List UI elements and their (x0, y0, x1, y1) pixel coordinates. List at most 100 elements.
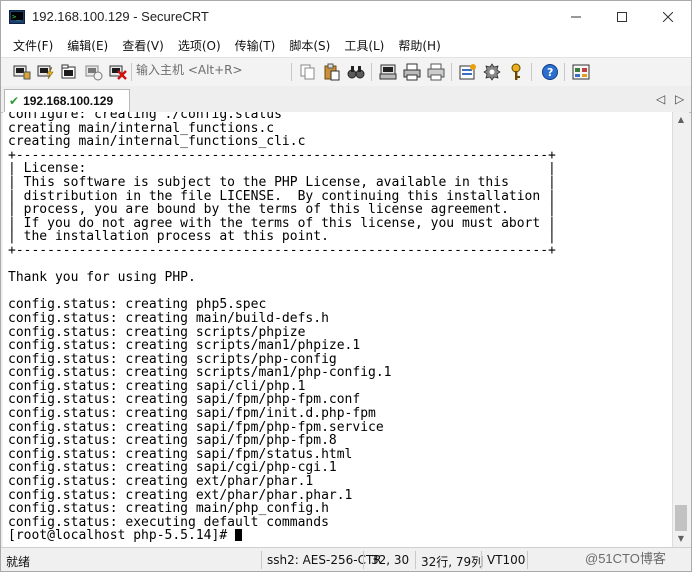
terminal-line: | If you do not agree with the terms of … (8, 215, 556, 231)
scrollbar-thumb[interactable] (675, 505, 687, 531)
close-icon (663, 12, 673, 22)
terminal-line: config.status: creating sapi/fpm/php-fpm… (8, 392, 361, 408)
terminal-line: | distribution in the file LICENSE. By c… (8, 188, 556, 204)
copy-icon[interactable] (299, 63, 317, 81)
tab-scroll-left-icon[interactable]: ◁ (656, 92, 665, 106)
svg-text:>_: >_ (12, 13, 21, 21)
terminal-line: creating main/internal_functions_cli.c (8, 134, 306, 150)
close-button[interactable] (645, 1, 691, 33)
paste-icon[interactable] (323, 63, 341, 81)
connected-check-icon: ✔ (9, 94, 20, 108)
quick-connect-icon[interactable] (37, 63, 55, 81)
terminal-line: +---------------------------------------… (8, 242, 556, 258)
status-size: 32行, 79列 (421, 555, 484, 569)
status-divider (363, 551, 364, 569)
terminal-line: config.status: creating sapi/cgi/php-cgi… (8, 460, 337, 476)
toolbar: 输入主机 <Alt+R> ? (1, 57, 691, 87)
terminal-line: config.status: creating sapi/cli/php.1 (8, 378, 306, 394)
menu-view[interactable]: 查看(V) (122, 37, 164, 54)
title-bar: >_ 192.168.100.129 - SecureCRT (1, 1, 691, 33)
menu-transfer[interactable]: 传输(T) (235, 37, 276, 54)
menu-file[interactable]: 文件(F) (13, 37, 53, 54)
terminal-line: config.status: creating ext/phar/phar.ph… (8, 487, 353, 503)
reconnect-icon[interactable] (85, 63, 103, 81)
terminal-output[interactable]: configure: creating ./config.status creat… (3, 112, 672, 547)
terminal-line: config.status: creating sapi/fpm/init.d.… (8, 406, 376, 422)
print-screen-icon[interactable] (379, 63, 397, 81)
status-terminal-type: VT100 (487, 553, 526, 567)
status-state: 就绪 (6, 555, 31, 569)
window-title: 192.168.100.129 - SecureCRT (32, 9, 209, 24)
status-divider (261, 551, 262, 569)
session-tab[interactable]: ✔ 192.168.100.129 (4, 89, 130, 112)
menu-help[interactable]: 帮助(H) (398, 37, 440, 54)
maximize-button[interactable] (599, 1, 645, 33)
print-selection-icon[interactable] (403, 63, 421, 81)
terminal-line: config.status: creating php5.spec (8, 297, 267, 313)
menu-tools[interactable]: 工具(L) (344, 37, 384, 54)
toolbar-separator (451, 63, 452, 81)
watermark: @51CTO博客 (585, 551, 666, 566)
terminal-line: config.status: creating main/build-defs.… (8, 310, 329, 326)
status-cursor-position: 32, 30 (371, 553, 410, 567)
status-divider (527, 551, 528, 569)
terminal-line: config.status: creating ext/phar/phar.1 (8, 474, 314, 490)
minimize-icon (571, 16, 581, 18)
scroll-up-arrow-icon[interactable]: ▲ (673, 112, 689, 128)
menu-bar: 文件(F) 编辑(E) 查看(V) 选项(O) 传输(T) 脚本(S) 工具(L… (1, 33, 691, 57)
print-icon[interactable] (427, 63, 445, 81)
terminal-line: config.status: creating scripts/man1/php… (8, 365, 392, 381)
terminal-line: config.status: creating sapi/fpm/status.… (8, 446, 353, 462)
terminal-cursor (234, 529, 242, 542)
connect-icon[interactable] (13, 63, 31, 81)
find-icon[interactable] (347, 63, 365, 81)
toolbar-separator (564, 63, 565, 81)
tab-label: 192.168.100.129 (23, 94, 114, 108)
terminal-line: [root@localhost php-5.5.14]# (8, 529, 556, 543)
scroll-down-arrow-icon[interactable]: ▼ (673, 531, 689, 547)
menu-options[interactable]: 选项(O) (178, 37, 221, 54)
svg-text:?: ? (547, 66, 553, 79)
status-divider (481, 551, 482, 569)
terminal-line: Thank you for using PHP. (8, 270, 196, 286)
disconnect-icon[interactable] (109, 63, 127, 81)
sftp-icon[interactable] (572, 63, 590, 81)
connect-in-tab-icon[interactable] (61, 63, 79, 81)
tab-strip: ✔ 192.168.100.129 ◁ ▷ (1, 86, 691, 113)
help-icon[interactable]: ? (541, 63, 559, 81)
securecrt-window: >_ 192.168.100.129 - SecureCRT 文件(F) 编辑(… (0, 0, 692, 572)
global-options-icon[interactable] (483, 63, 501, 81)
terminal-line: config.status: executing default command… (8, 514, 329, 530)
terminal-line: config.status: creating scripts/php-conf… (8, 351, 337, 367)
maximize-icon (617, 12, 627, 22)
toolbar-separator (531, 63, 532, 81)
session-options-icon[interactable] (459, 63, 477, 81)
toolbar-separator (131, 63, 132, 81)
securecrt-app-icon: >_ (9, 10, 25, 24)
tab-scroll-right-icon[interactable]: ▷ (675, 92, 684, 106)
terminal-line: config.status: creating sapi/fpm/php-fpm… (8, 419, 384, 435)
status-encryption: ssh2: AES-256-CTR (267, 553, 382, 567)
terminal-line: +---------------------------------------… (8, 147, 556, 163)
vertical-scrollbar[interactable]: ▲ ▼ (672, 112, 689, 547)
terminal-line: | This software is subject to the PHP Li… (8, 174, 556, 190)
status-divider (415, 551, 416, 569)
terminal-line: | the installation process at this point… (8, 229, 556, 245)
menu-script[interactable]: 脚本(S) (289, 37, 330, 54)
terminal-line: creating main/internal_functions.c (8, 120, 275, 136)
terminal-line: | License: | (8, 161, 556, 177)
menu-edit[interactable]: 编辑(E) (67, 37, 108, 54)
toolbar-separator (291, 63, 292, 81)
terminal-lines: configure: creating ./config.status creat… (8, 112, 556, 543)
terminal-line: config.status: creating main/php_config.… (8, 501, 329, 517)
terminal-line: config.status: creating scripts/phpize (8, 324, 306, 340)
keymap-icon[interactable] (507, 63, 525, 81)
terminal-line: | process, you are bound by the terms of… (8, 202, 556, 218)
quick-connect-input[interactable]: 输入主机 <Alt+R> (133, 60, 286, 80)
terminal-line: config.status: creating scripts/man1/php… (8, 338, 361, 354)
toolbar-separator (371, 63, 372, 81)
terminal-line: config.status: creating sapi/fpm/php-fpm… (8, 433, 337, 449)
minimize-button[interactable] (553, 1, 599, 33)
